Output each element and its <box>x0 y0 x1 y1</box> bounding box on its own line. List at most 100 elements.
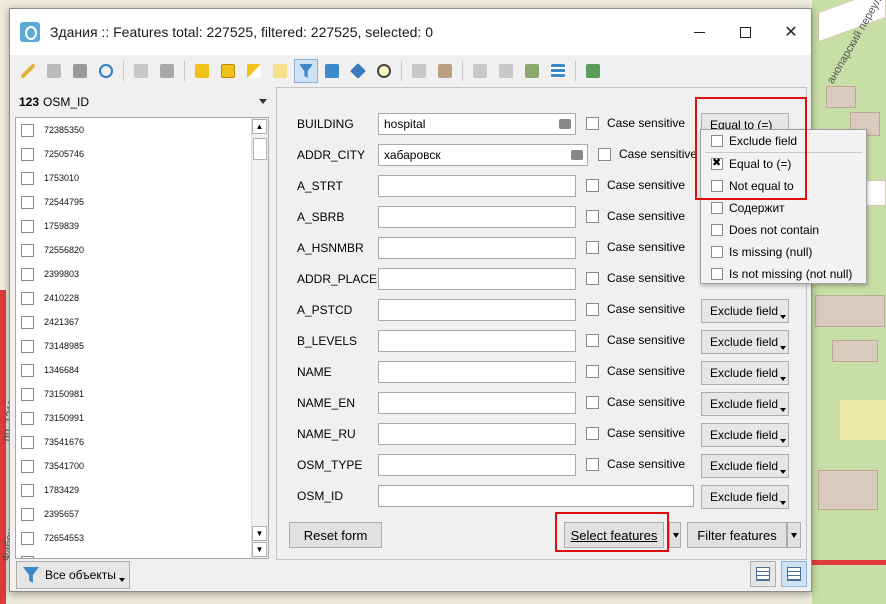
checkbox[interactable] <box>586 116 599 130</box>
case-sensitive-checkbox[interactable]: Case sensitive <box>586 116 685 130</box>
row-checkbox[interactable] <box>21 435 34 449</box>
field-input[interactable] <box>378 206 576 228</box>
toggle-editing-button[interactable] <box>16 59 40 83</box>
feature-id-list[interactable]: 72385350 72505746 1753010 72544795 1759839 72… <box>15 117 269 559</box>
row-checkbox[interactable] <box>21 267 34 281</box>
list-item[interactable]: 72654553 <box>16 526 268 550</box>
list-item[interactable]: 73150981 <box>16 382 268 406</box>
row-checkbox[interactable] <box>21 459 34 473</box>
list-item[interactable]: 73541676 <box>16 430 268 454</box>
operator-option[interactable]: Does not contain <box>701 219 866 241</box>
list-item[interactable]: 72544795 <box>16 190 268 214</box>
row-checkbox[interactable] <box>21 483 34 497</box>
field-input[interactable]: hospital <box>378 113 576 135</box>
scroll-down-arrow[interactable]: ▼ <box>252 526 267 541</box>
paste-button[interactable] <box>433 59 457 83</box>
list-item[interactable]: 73148985 <box>16 334 268 358</box>
checkbox[interactable] <box>586 240 599 254</box>
filter-form-button[interactable] <box>294 59 318 83</box>
select-by-expression-button[interactable] <box>190 59 214 83</box>
list-item[interactable]: 2410228 <box>16 286 268 310</box>
operator-option[interactable]: Содержит <box>701 197 866 219</box>
case-sensitive-checkbox[interactable]: Case sensitive <box>586 178 685 192</box>
case-sensitive-checkbox[interactable]: Case sensitive <box>586 271 685 285</box>
filter-features-menu-button[interactable] <box>787 522 801 548</box>
operator-option[interactable]: Is missing (null) <box>701 241 866 263</box>
list-item[interactable]: 73150991 <box>16 406 268 430</box>
filter-features-button[interactable]: Filter features <box>687 522 787 548</box>
case-sensitive-checkbox[interactable]: Case sensitive <box>598 147 697 161</box>
row-checkbox[interactable] <box>21 315 34 329</box>
list-item[interactable]: 72385350 <box>16 118 268 142</box>
checkbox[interactable] <box>586 302 599 316</box>
select-features-button[interactable]: Select features <box>564 522 664 548</box>
field-input[interactable] <box>378 299 576 321</box>
field-calculator-button[interactable] <box>520 59 544 83</box>
operator-option[interactable]: Not equal to <box>701 175 866 197</box>
field-input[interactable] <box>378 361 576 383</box>
save-edits-button[interactable] <box>68 59 92 83</box>
reload-button[interactable] <box>94 59 118 83</box>
field-input[interactable] <box>378 175 576 197</box>
field-input[interactable] <box>378 485 694 507</box>
row-checkbox[interactable] <box>21 507 34 521</box>
invert-selection-button[interactable] <box>242 59 266 83</box>
field-input[interactable] <box>378 330 576 352</box>
select-all-button[interactable] <box>216 59 240 83</box>
select-features-menu-button[interactable] <box>669 522 681 548</box>
list-item[interactable]: 1783429 <box>16 478 268 502</box>
delete-feature-button[interactable] <box>155 59 179 83</box>
zoom-to-selection-button[interactable] <box>372 59 396 83</box>
field-input[interactable] <box>378 268 576 290</box>
case-sensitive-checkbox[interactable]: Case sensitive <box>586 240 685 254</box>
operator-button[interactable]: Exclude field <box>701 485 789 509</box>
list-item[interactable]: 2399803 <box>16 262 268 286</box>
operator-button[interactable]: Exclude field <box>701 361 789 385</box>
operator-button[interactable]: Exclude field <box>701 392 789 416</box>
case-sensitive-checkbox[interactable]: Case sensitive <box>586 364 685 378</box>
row-checkbox[interactable] <box>21 291 34 305</box>
deselect-all-button[interactable] <box>268 59 292 83</box>
row-checkbox[interactable] <box>21 243 34 257</box>
row-checkbox[interactable] <box>21 339 34 353</box>
move-selection-to-top-button[interactable] <box>320 59 344 83</box>
checkbox[interactable] <box>586 395 599 409</box>
add-feature-button[interactable] <box>129 59 153 83</box>
operator-button[interactable]: Exclude field <box>701 299 789 323</box>
checkbox[interactable] <box>598 147 611 161</box>
field-input[interactable] <box>378 423 576 445</box>
maximize-button[interactable] <box>722 9 768 55</box>
operator-option[interactable]: Exclude field <box>701 130 866 152</box>
operator-button[interactable]: Exclude field <box>701 423 789 447</box>
case-sensitive-checkbox[interactable]: Case sensitive <box>586 457 685 471</box>
scroll-up-arrow[interactable]: ▲ <box>252 119 267 134</box>
list-item[interactable]: 1753010 <box>16 166 268 190</box>
row-checkbox[interactable] <box>21 411 34 425</box>
row-checkbox[interactable] <box>21 171 34 185</box>
operator-option[interactable]: Equal to (=) <box>701 153 866 175</box>
field-input[interactable] <box>378 392 576 414</box>
row-checkbox[interactable] <box>21 363 34 377</box>
case-sensitive-checkbox[interactable]: Case sensitive <box>586 395 685 409</box>
table-view-button[interactable] <box>781 561 807 587</box>
checkbox[interactable] <box>586 457 599 471</box>
title-bar[interactable]: Здания :: Features total: 227525, filter… <box>10 9 811 55</box>
list-item[interactable]: 72505746 <box>16 142 268 166</box>
delete-field-button[interactable] <box>494 59 518 83</box>
list-item[interactable]: 73541700 <box>16 454 268 478</box>
clear-icon[interactable] <box>571 150 583 160</box>
dock-button[interactable] <box>581 59 605 83</box>
row-checkbox[interactable] <box>21 219 34 233</box>
case-sensitive-checkbox[interactable]: Case sensitive <box>586 333 685 347</box>
row-checkbox[interactable] <box>21 387 34 401</box>
reset-form-button[interactable]: Reset form <box>289 522 382 548</box>
field-input[interactable]: хабаровск <box>378 144 588 166</box>
scroll-down-arrow[interactable]: ▼ <box>252 542 267 557</box>
form-view-button[interactable] <box>750 561 776 587</box>
checkbox[interactable] <box>586 209 599 223</box>
row-checkbox[interactable] <box>21 531 34 545</box>
case-sensitive-checkbox[interactable]: Case sensitive <box>586 209 685 223</box>
row-checkbox[interactable] <box>21 555 34 558</box>
copy-button[interactable] <box>407 59 431 83</box>
field-input[interactable] <box>378 454 576 476</box>
